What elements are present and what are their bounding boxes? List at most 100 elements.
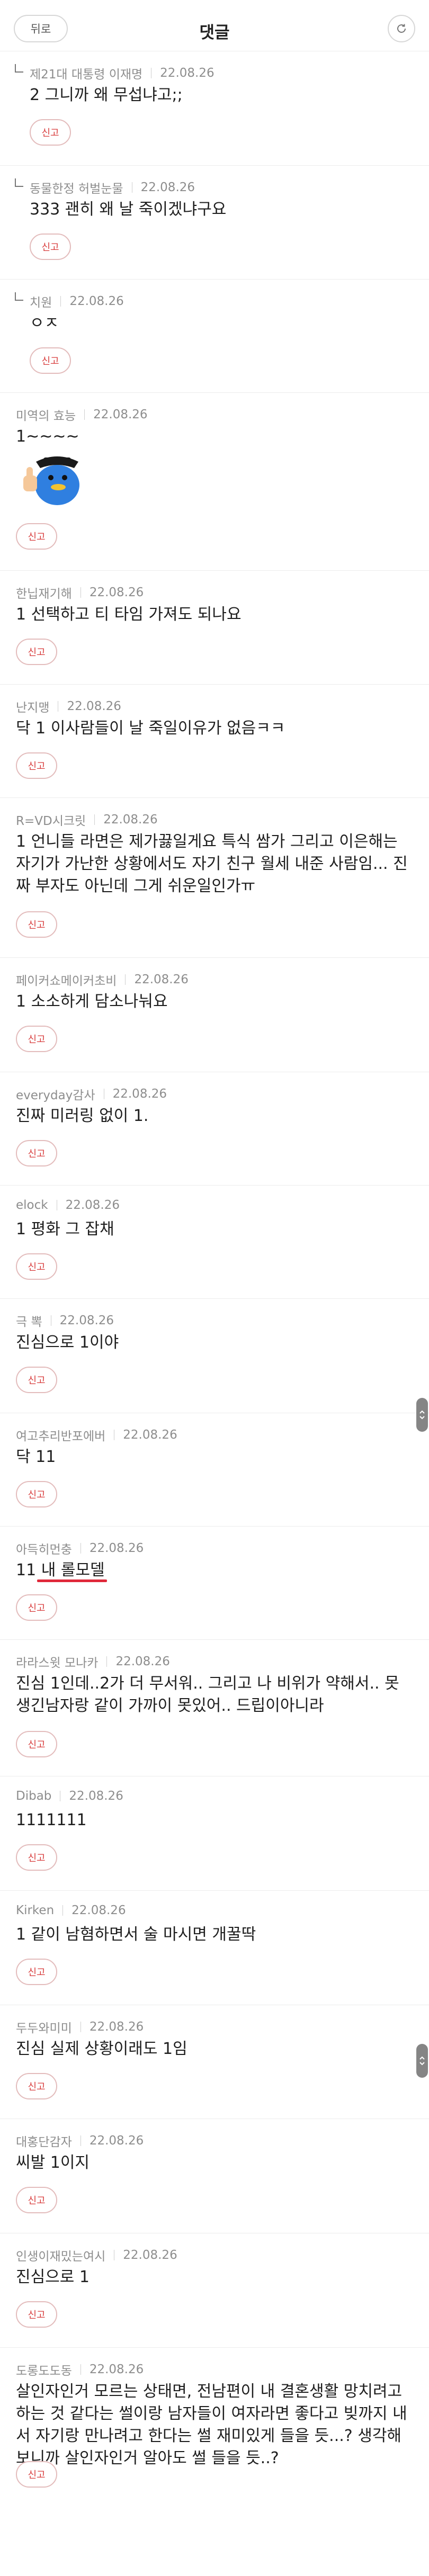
report-button[interactable]: 신고 bbox=[16, 911, 57, 938]
chevron-down-icon bbox=[419, 2062, 425, 2066]
comment-list: 제21대 대통령 이재명 22.08.26 2 그니까 왜 무섭냐고;; 신고 동… bbox=[0, 51, 429, 2507]
comment-meta: 치원 22.08.26 bbox=[30, 292, 124, 310]
comment-text: ㅇㅈ bbox=[30, 314, 59, 333]
comment-item: 아득히먼충 22.08.26 11 내 롤모델 신고 bbox=[0, 1527, 429, 1640]
comment-text: 진심으로 1이야 bbox=[16, 1333, 119, 1352]
report-button[interactable]: 신고 bbox=[16, 1253, 57, 1280]
comment-text: 살인자인거 모르는 상태면, 전남편이 내 결혼생활 망치려고 하는 것 같다는… bbox=[16, 2382, 407, 2467]
comment-item: 대홍단감자 22.08.26 씨발 1이지 신고 bbox=[0, 2119, 429, 2233]
comment-text: 1 소소하게 담소나눠요 bbox=[16, 992, 168, 1011]
author-name[interactable]: 인생이재밌는여시 bbox=[16, 2246, 105, 2264]
author-name[interactable]: 제21대 대통령 이재명 bbox=[30, 64, 142, 82]
author-name[interactable]: 동물한정 허벌눈물 bbox=[30, 178, 123, 196]
comment-text: 진심 실제 상황이래도 1임 bbox=[16, 2040, 187, 2058]
comment-item: 인생이재밌는여시 22.08.26 진심으로 1 신고 bbox=[0, 2233, 429, 2348]
reply-arrow-icon bbox=[15, 292, 23, 301]
chevron-up-icon bbox=[419, 2056, 425, 2060]
comment-date: 22.08.26 bbox=[89, 2134, 144, 2148]
author-name[interactable]: Dibab bbox=[16, 1789, 51, 1803]
scroll-handle[interactable] bbox=[416, 2044, 428, 2078]
comment-meta: 미역의 효능 22.08.26 bbox=[16, 406, 148, 424]
comment-item: everyday감사 22.08.26 진짜 미러링 없이 1. 신고 bbox=[0, 1072, 429, 1186]
comment-text: 진짜 미러링 없이 1. bbox=[16, 1107, 149, 1125]
comment-date: 22.08.26 bbox=[72, 1904, 126, 1917]
comment-date: 22.08.26 bbox=[59, 1314, 114, 1327]
comment-item: Dibab 22.08.26 1111111 신고 bbox=[0, 1776, 429, 1891]
reply-arrow-icon bbox=[15, 178, 23, 187]
comment-item: 도롱도도동 22.08.26 살인자인거 모르는 상태면, 전남편이 내 결혼생활… bbox=[0, 2348, 429, 2507]
comment-text: 1~~~~ bbox=[16, 427, 79, 446]
report-button[interactable]: 신고 bbox=[16, 2073, 57, 2099]
comment-meta: 동물한정 허벌눈물 22.08.26 bbox=[30, 178, 195, 196]
comment-meta: 아득히먼충 22.08.26 bbox=[16, 1539, 144, 1557]
comment-item: 제21대 대통령 이재명 22.08.26 2 그니까 왜 무섭냐고;; 신고 bbox=[0, 51, 429, 166]
report-button[interactable]: 신고 bbox=[16, 639, 57, 665]
comment-text: 진심으로 1 bbox=[16, 2268, 90, 2286]
comment-text: 1 언니들 라면은 제가끓일게요 특식 쌈가 그리고 이은해는 자기가 가난한 … bbox=[16, 832, 408, 895]
report-button[interactable]: 신고 bbox=[16, 1140, 57, 1166]
comment-text: 1111111 bbox=[16, 1811, 87, 1829]
report-button[interactable]: 신고 bbox=[16, 1844, 57, 1871]
comment-item: 두두와미미 22.08.26 진심 실제 상황이래도 1임 신고 bbox=[0, 2005, 429, 2119]
comment-text: 닥 1 이사람들이 날 죽일이유가 없음ㅋㅋ bbox=[16, 719, 285, 738]
comment-date: 22.08.26 bbox=[134, 973, 189, 986]
author-name[interactable]: 페이커쇼메이커초비 bbox=[16, 971, 117, 989]
comment-meta: 극 뽁 22.08.26 bbox=[16, 1312, 114, 1330]
author-name[interactable]: 두두와미미 bbox=[16, 2018, 72, 2036]
comment-meta: 대홍단감자 22.08.26 bbox=[16, 2132, 144, 2150]
report-button[interactable]: 신고 bbox=[16, 1481, 57, 1507]
report-button[interactable]: 신고 bbox=[30, 119, 71, 146]
author-name[interactable]: 미역의 효능 bbox=[16, 406, 76, 424]
comment-date: 22.08.26 bbox=[69, 1789, 123, 1803]
report-button[interactable]: 신고 bbox=[16, 1731, 57, 1757]
author-name[interactable]: 대홍단감자 bbox=[16, 2132, 72, 2150]
author-name[interactable]: 극 뽁 bbox=[16, 1312, 42, 1330]
author-name[interactable]: 여고추리반포에버 bbox=[16, 1426, 105, 1444]
author-name[interactable]: 한닙재기해 bbox=[16, 584, 72, 602]
author-name[interactable]: Kirken bbox=[16, 1904, 54, 1917]
comment-date: 22.08.26 bbox=[93, 408, 148, 421]
comment-item: 동물한정 허벌눈물 22.08.26 333 괜히 왜 날 죽이겠냐구요 신고 bbox=[0, 166, 429, 280]
author-name[interactable]: 라라스윗 모나카 bbox=[16, 1653, 98, 1671]
comment-meta: 여고추리반포에버 22.08.26 bbox=[16, 1426, 177, 1444]
report-button[interactable]: 신고 bbox=[16, 752, 57, 779]
refresh-button[interactable] bbox=[388, 15, 415, 42]
report-button[interactable]: 신고 bbox=[30, 347, 71, 374]
comment-meta: 한닙재기해 22.08.26 bbox=[16, 584, 144, 602]
comment-meta: 도롱도도동 22.08.26 bbox=[16, 2360, 144, 2378]
author-name[interactable]: 도롱도도동 bbox=[16, 2360, 72, 2378]
report-button[interactable]: 신고 bbox=[16, 1026, 57, 1052]
comment-item: 치원 22.08.26 ㅇㅈ 신고 bbox=[0, 280, 429, 393]
comment-item: 여고추리반포에버 22.08.26 닥 11 신고 bbox=[0, 1413, 429, 1527]
header-bar: 뒤로 댓글 bbox=[0, 0, 429, 51]
author-name[interactable]: elock bbox=[16, 1198, 48, 1212]
report-button[interactable]: 신고 bbox=[16, 2461, 57, 2488]
author-name[interactable]: R=VD시크릿 bbox=[16, 811, 86, 829]
author-name[interactable]: 아득히먼충 bbox=[16, 1539, 72, 1557]
comment-date: 22.08.26 bbox=[89, 586, 144, 599]
report-button[interactable]: 신고 bbox=[16, 523, 57, 550]
comment-item: 극 뽁 22.08.26 진심으로 1이야 신고 bbox=[0, 1299, 429, 1413]
author-name[interactable]: everyday감사 bbox=[16, 1085, 95, 1103]
comment-text: 1 선택하고 티 타임 가져도 되나요 bbox=[16, 605, 242, 624]
comment-date: 22.08.26 bbox=[112, 1087, 167, 1101]
report-button[interactable]: 신고 bbox=[16, 2301, 57, 2328]
scroll-handle[interactable] bbox=[416, 1398, 428, 1432]
chevron-down-icon bbox=[419, 1416, 425, 1420]
comment-meta: 두두와미미 22.08.26 bbox=[16, 2018, 144, 2036]
report-button[interactable]: 신고 bbox=[30, 234, 71, 260]
comment-meta: Kirken 22.08.26 bbox=[16, 1904, 126, 1917]
report-button[interactable]: 신고 bbox=[16, 1367, 57, 1393]
comment-item: Kirken 22.08.26 1 같이 남혐하면서 술 마시면 개꿀딱 신고 bbox=[0, 1891, 429, 2005]
comment-date: 22.08.26 bbox=[115, 1655, 170, 1668]
report-button[interactable]: 신고 bbox=[16, 1959, 57, 1985]
author-name[interactable]: 난지맹 bbox=[16, 697, 49, 715]
comment-item: R=VD시크릿 22.08.26 1 언니들 라면은 제가끓일게요 특식 쌈가 그… bbox=[0, 798, 429, 958]
comment-date: 22.08.26 bbox=[69, 294, 124, 308]
report-button[interactable]: 신고 bbox=[16, 1594, 57, 1621]
report-button[interactable]: 신고 bbox=[16, 2187, 57, 2213]
comment-text: 1 같이 남혐하면서 술 마시면 개꿀딱 bbox=[16, 1925, 256, 1944]
chevron-up-icon bbox=[419, 1410, 425, 1414]
reply-arrow-icon bbox=[15, 64, 23, 73]
author-name[interactable]: 치원 bbox=[30, 292, 52, 310]
